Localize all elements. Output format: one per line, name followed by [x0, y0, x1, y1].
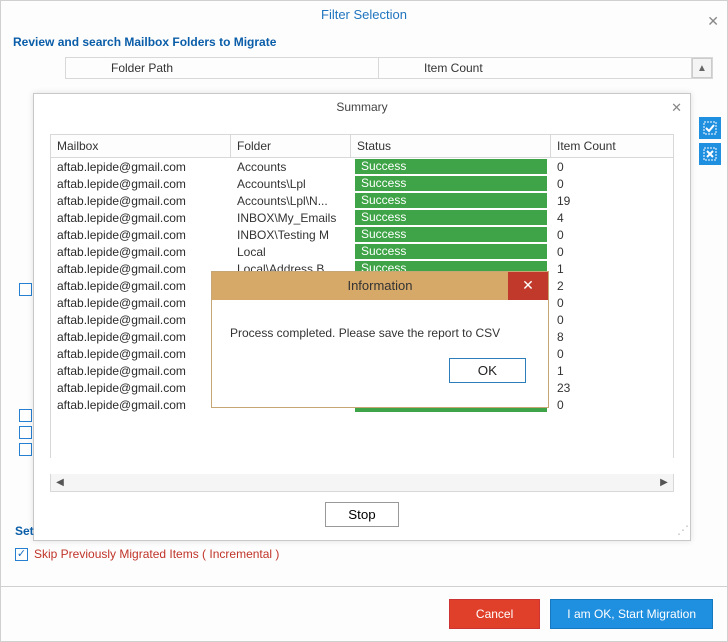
cell-count: 19 — [551, 193, 673, 209]
col-folder-path[interactable]: Folder Path — [66, 58, 379, 78]
summary-titlebar: Summary ✕ — [34, 94, 690, 120]
cancel-button[interactable]: Cancel — [449, 599, 540, 629]
cell-folder: INBOX\My_Emails — [231, 210, 351, 226]
table-row[interactable]: aftab.lepide@gmail.comAccounts Success 0 — [51, 158, 673, 175]
table-row[interactable]: aftab.lepide@gmail.comLocal Success 0 — [51, 243, 673, 260]
status-badge: Success — [355, 159, 547, 174]
cell-count: 0 — [551, 295, 673, 311]
footer: Cancel I am OK, Start Migration — [1, 586, 727, 641]
ok-button[interactable]: OK — [449, 358, 526, 383]
row-checkbox[interactable] — [19, 443, 32, 456]
close-icon[interactable]: ✕ — [707, 7, 719, 35]
information-message: Process completed. Please save the repor… — [230, 326, 530, 340]
cell-mailbox: aftab.lepide@gmail.com — [51, 363, 231, 379]
col-mailbox[interactable]: Mailbox — [51, 135, 231, 157]
cell-status: Success — [351, 158, 551, 175]
table-row[interactable]: aftab.lepide@gmail.comINBOX\Testing M Suc… — [51, 226, 673, 243]
cell-folder: Accounts — [231, 159, 351, 175]
section-header: Review and search Mailbox Folders to Mig… — [1, 29, 727, 57]
start-migration-button[interactable]: I am OK, Start Migration — [550, 599, 713, 629]
cell-count: 8 — [551, 329, 673, 345]
filter-titlebar: Filter Selection ✕ — [1, 1, 727, 29]
information-title-text: Information — [347, 278, 412, 293]
status-badge: Success — [355, 193, 547, 208]
row-checkbox[interactable] — [19, 409, 32, 422]
information-dialog: Information ✕ Process completed. Please … — [211, 271, 549, 408]
cell-count: 0 — [551, 346, 673, 362]
cell-status: Success — [351, 243, 551, 260]
cell-count: 2 — [551, 278, 673, 294]
scroll-left-icon[interactable]: ◀ — [51, 477, 69, 488]
cell-count: 0 — [551, 227, 673, 243]
status-badge: Success — [355, 210, 547, 225]
cell-mailbox: aftab.lepide@gmail.com — [51, 159, 231, 175]
cell-count: 0 — [551, 244, 673, 260]
cell-folder: Local — [231, 244, 351, 260]
cell-status: Success — [351, 192, 551, 209]
row-checkbox[interactable] — [19, 426, 32, 439]
cell-folder: INBOX\Testing M — [231, 227, 351, 243]
resize-grip-icon[interactable]: ⋰ — [677, 523, 687, 537]
cell-mailbox: aftab.lepide@gmail.com — [51, 227, 231, 243]
cell-mailbox: aftab.lepide@gmail.com — [51, 397, 231, 413]
cell-mailbox: aftab.lepide@gmail.com — [51, 176, 231, 192]
cell-status: Success — [351, 209, 551, 226]
col-item-count[interactable]: Item Count — [379, 58, 692, 78]
cell-folder: Accounts\Lpl — [231, 176, 351, 192]
cell-mailbox: aftab.lepide@gmail.com — [51, 329, 231, 345]
cell-count: 1 — [551, 261, 673, 277]
cell-count: 4 — [551, 210, 673, 226]
cell-folder: Accounts\Lpl\N... — [231, 193, 351, 209]
window-title: Filter Selection — [321, 7, 407, 22]
information-titlebar: Information ✕ — [212, 272, 548, 300]
col-status[interactable]: Status — [351, 135, 551, 157]
row-checkbox[interactable] — [19, 283, 32, 296]
cell-status: Success — [351, 226, 551, 243]
close-icon[interactable]: ✕ — [508, 272, 548, 300]
cell-mailbox: aftab.lepide@gmail.com — [51, 261, 231, 277]
cell-status: Success — [351, 175, 551, 192]
status-badge: Success — [355, 227, 547, 242]
cell-mailbox: aftab.lepide@gmail.com — [51, 193, 231, 209]
table-row[interactable]: aftab.lepide@gmail.comINBOX\My_Emails Suc… — [51, 209, 673, 226]
cell-mailbox: aftab.lepide@gmail.com — [51, 278, 231, 294]
status-badge: Success — [355, 176, 547, 191]
summary-title-text: Summary — [336, 100, 387, 114]
status-badge: Success — [355, 244, 547, 259]
cell-mailbox: aftab.lepide@gmail.com — [51, 380, 231, 396]
cell-mailbox: aftab.lepide@gmail.com — [51, 210, 231, 226]
scroll-up-icon[interactable]: ▲ — [692, 58, 712, 78]
cell-count: 0 — [551, 312, 673, 328]
cell-mailbox: aftab.lepide@gmail.com — [51, 244, 231, 260]
table-row[interactable]: aftab.lepide@gmail.comAccounts\Lpl Succes… — [51, 175, 673, 192]
cell-count: 1 — [551, 363, 673, 379]
filter-table-header: Folder Path Item Count ▲ — [65, 57, 713, 79]
deselect-all-button[interactable] — [699, 143, 721, 165]
cell-mailbox: aftab.lepide@gmail.com — [51, 295, 231, 311]
cell-mailbox: aftab.lepide@gmail.com — [51, 346, 231, 362]
stop-button[interactable]: Stop — [325, 502, 398, 527]
table-row[interactable]: aftab.lepide@gmail.comAccounts\Lpl\N... S… — [51, 192, 673, 209]
horizontal-scrollbar[interactable]: ◀ ▶ — [50, 474, 674, 492]
col-count[interactable]: Item Count — [551, 135, 673, 157]
skip-previous-checkbox[interactable] — [15, 548, 28, 561]
cell-count: 0 — [551, 397, 673, 413]
skip-previous-label: Skip Previously Migrated Items ( Increme… — [34, 547, 279, 561]
settings-label: Set — [15, 524, 34, 538]
col-folder[interactable]: Folder — [231, 135, 351, 157]
scroll-right-icon[interactable]: ▶ — [655, 477, 673, 488]
cell-count: 23 — [551, 380, 673, 396]
close-icon[interactable]: ✕ — [671, 100, 682, 116]
cell-mailbox: aftab.lepide@gmail.com — [51, 312, 231, 328]
select-all-button[interactable] — [699, 117, 721, 139]
cell-count: 0 — [551, 176, 673, 192]
cell-count: 0 — [551, 159, 673, 175]
